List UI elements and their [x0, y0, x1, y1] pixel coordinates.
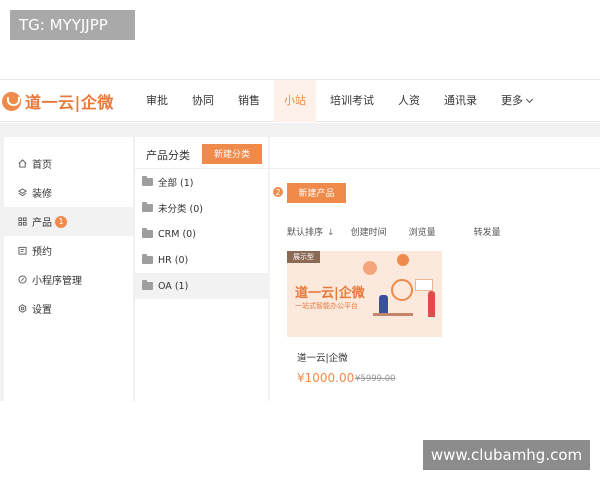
sidebar-item-label: 产品 [32, 218, 52, 229]
category-item[interactable]: 未分类 (0) [135, 195, 268, 221]
sidebar-item-label: 设置 [32, 305, 52, 316]
product-price: ¥1000.00 [297, 371, 355, 385]
watermark-bottom: www.clubamhg.com [423, 440, 590, 470]
folder-icon [142, 228, 153, 238]
product-content: 2 新建产品 默认排序 ↓ 创建时间 浏览量 转发量 展示型 道一云|企微 一站式… [270, 137, 600, 401]
nav-item-collab[interactable]: 协同 [182, 80, 224, 122]
display-type-tag: 展示型 [287, 251, 320, 263]
sidebar-item-decorate[interactable]: 装修 [4, 178, 133, 207]
step-badge-1: 1 [55, 215, 67, 228]
sort-label: 默认排序 [287, 228, 324, 238]
sidebar-item-booking[interactable]: 预约 [4, 236, 133, 265]
category-item[interactable]: CRM (0) [135, 221, 268, 247]
nav-item-approval[interactable]: 审批 [136, 80, 178, 122]
sidebar-item-label: 预约 [32, 247, 52, 258]
category-label: OA (1) [158, 280, 189, 292]
decor-circle [363, 261, 377, 275]
decor-circle [391, 279, 413, 301]
decor-person [428, 291, 435, 317]
arrow-down-icon: ↓ [327, 228, 335, 238]
product-name[interactable]: 道一云|企微 [297, 350, 348, 364]
sort-shares[interactable]: 转发量 [474, 225, 501, 239]
nav-item-hr[interactable]: 人资 [388, 80, 430, 122]
watermark-top: TG: MYYJJPP [10, 10, 135, 40]
category-label: 全部 (1) [158, 178, 194, 189]
sort-created-time[interactable]: 创建时间 [351, 225, 387, 239]
main-area: 首页 装修 产品 1 预约 小程序管理 设置 产品分类 新建分类 全部 (1) [0, 123, 600, 401]
brand-logo[interactable]: 道一云|企微 [2, 89, 114, 113]
decor-circle [397, 254, 409, 266]
category-header: 产品分类 新建分类 [135, 137, 268, 169]
top-navbar: 道一云|企微 审批 协同 销售 小站 培训考试 人资 通讯录 更多 [0, 79, 600, 122]
category-label: CRM (0) [158, 228, 196, 240]
category-label: 未分类 (0) [158, 204, 203, 215]
category-item[interactable]: OA (1) [135, 273, 268, 299]
category-item[interactable]: 全部 (1) [135, 169, 268, 195]
sidebar-item-label: 装修 [32, 189, 52, 200]
logo-icon [2, 91, 21, 111]
nav-item-site[interactable]: 小站 [274, 80, 316, 122]
sidebar-item-home[interactable]: 首页 [4, 149, 133, 178]
logo-text: 道一云|企微 [25, 93, 114, 112]
sort-bar: 默认排序 ↓ 创建时间 浏览量 转发量 [287, 225, 517, 239]
nav-more-label: 更多 [501, 94, 523, 107]
sidebar: 首页 装修 产品 1 预约 小程序管理 设置 [4, 137, 133, 401]
sidebar-item-label: 小程序管理 [32, 276, 82, 287]
settings-icon [18, 304, 27, 313]
main-nav: 审批 协同 销售 小站 培训考试 人资 通讯录 更多 [136, 80, 546, 122]
category-item[interactable]: HR (0) [135, 247, 268, 273]
folder-icon [142, 254, 153, 264]
grid-icon [18, 217, 27, 226]
folder-icon [142, 176, 153, 186]
compass-icon [18, 275, 27, 284]
banner-subtitle: 一站式智能办公平台 [295, 302, 358, 310]
new-category-button[interactable]: 新建分类 [202, 144, 262, 164]
sort-default[interactable]: 默认排序 ↓ [287, 225, 335, 239]
category-panel: 产品分类 新建分类 全部 (1) 未分类 (0) CRM (0) HR (0) … [134, 137, 268, 401]
nav-item-contacts[interactable]: 通讯录 [434, 80, 487, 122]
nav-item-training[interactable]: 培训考试 [320, 80, 384, 122]
category-title: 产品分类 [146, 149, 190, 162]
decor-desk [373, 313, 413, 316]
chevron-down-icon [525, 95, 534, 104]
category-label: HR (0) [158, 254, 189, 266]
sort-views[interactable]: 浏览量 [409, 225, 436, 239]
product-old-price: ¥5999.00 [355, 374, 396, 384]
decor-person [379, 295, 388, 313]
nav-item-more[interactable]: 更多 [491, 80, 542, 122]
step-badge-2: 2 [272, 186, 284, 198]
banner-title: 道一云|企微 [295, 286, 365, 301]
calendar-icon [18, 246, 27, 255]
folder-icon [142, 202, 153, 212]
new-product-button[interactable]: 新建产品 [287, 183, 346, 203]
sidebar-item-products[interactable]: 产品 1 [4, 207, 133, 236]
layers-icon [18, 188, 27, 197]
home-icon [18, 159, 27, 168]
content-header [270, 137, 600, 169]
nav-item-sales[interactable]: 销售 [228, 80, 270, 122]
sidebar-item-miniapp[interactable]: 小程序管理 [4, 265, 133, 294]
decor-board [415, 279, 433, 291]
product-card-image[interactable]: 展示型 道一云|企微 一站式智能办公平台 [287, 251, 442, 337]
sidebar-item-settings[interactable]: 设置 [4, 294, 133, 323]
sidebar-item-label: 首页 [32, 160, 52, 171]
folder-icon [142, 280, 153, 290]
